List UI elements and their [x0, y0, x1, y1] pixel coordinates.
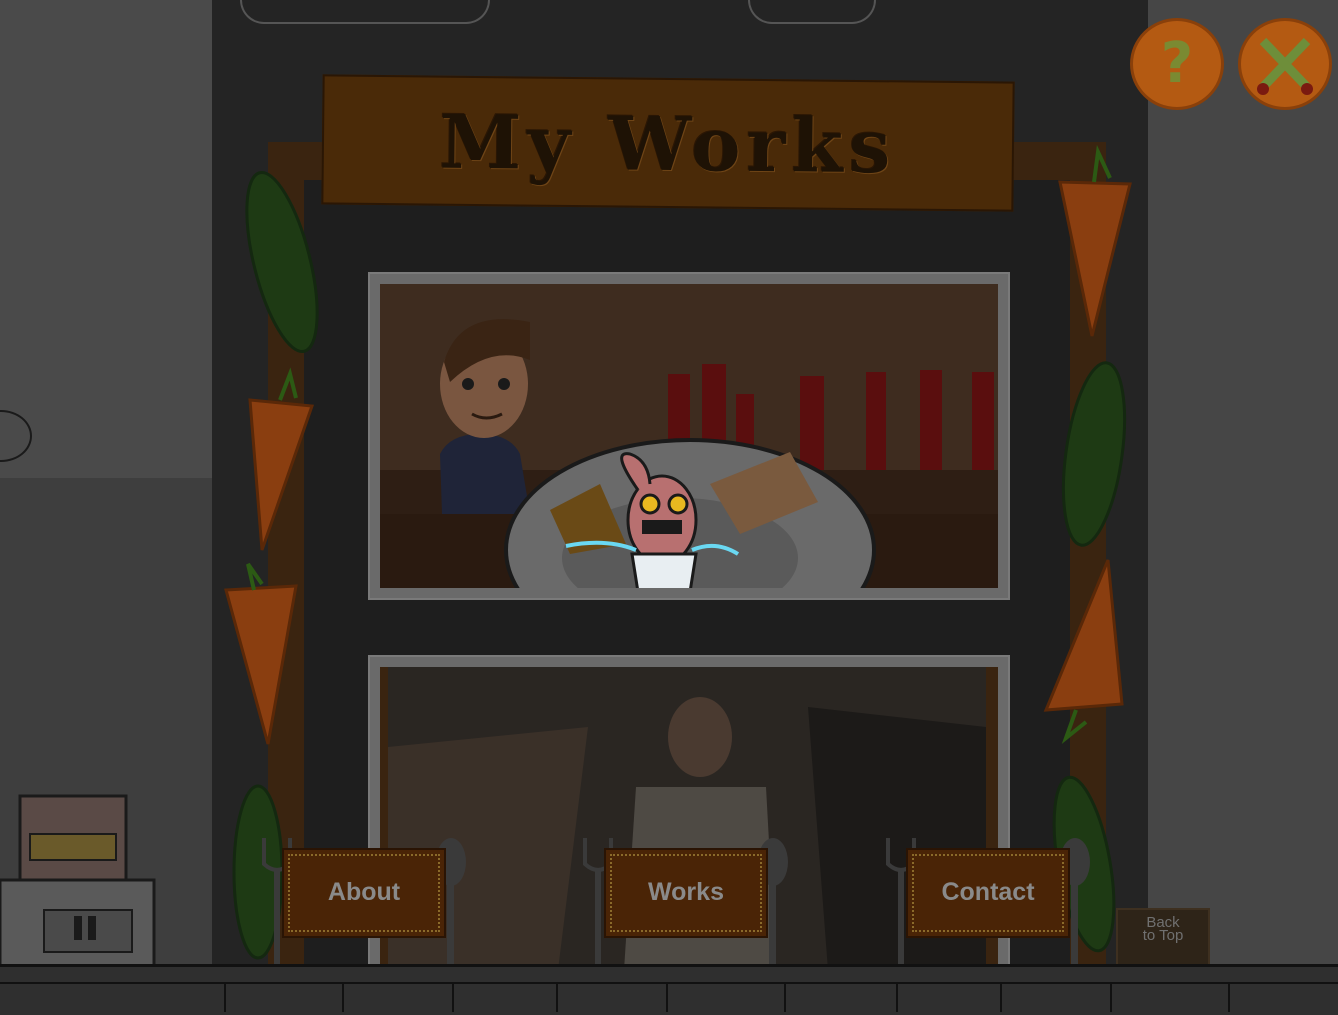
nav-about-label: About — [327, 878, 401, 906]
floor-tile-divider — [666, 984, 668, 1012]
back-to-top-label: Back to Top — [1118, 915, 1208, 944]
floor-tile-divider — [556, 984, 558, 1012]
nav-contact-label: Contact — [941, 878, 1035, 906]
restaurant-illustration — [380, 319, 998, 588]
floor-tile-divider — [1000, 984, 1002, 1012]
crossed-swords-icon — [1257, 37, 1313, 95]
page-title: My Works — [439, 99, 897, 191]
question-mark-icon: ? — [1160, 31, 1194, 96]
carrot-right-2 — [1043, 559, 1124, 744]
cassette-machine — [0, 794, 156, 968]
work-card-restaurant[interactable] — [368, 272, 1010, 600]
nav-about-button[interactable]: About — [282, 848, 446, 938]
nav-contact-button[interactable]: Contact — [906, 848, 1070, 938]
floor-tile-divider — [452, 984, 454, 1012]
help-button[interactable]: ? — [1130, 18, 1224, 110]
close-button[interactable] — [1238, 18, 1332, 110]
work-thumbnail-restaurant[interactable] — [380, 284, 998, 588]
back-to-top-line2: to Top — [1142, 927, 1184, 944]
floor-line — [0, 982, 1338, 984]
carrot-right-1 — [1058, 144, 1132, 337]
floor-tile-divider — [1228, 984, 1230, 1012]
back-to-top-button[interactable]: Back to Top — [1116, 908, 1210, 970]
nav-works-button[interactable]: Works — [604, 848, 768, 938]
floor-tile-divider — [224, 984, 226, 1012]
carrot-left-2 — [224, 562, 298, 745]
cucumber-right — [1061, 361, 1127, 547]
floor-tile-divider — [784, 984, 786, 1012]
floor — [0, 964, 1338, 1015]
floor-tile-divider — [1110, 984, 1112, 1012]
floor-tile-divider — [342, 984, 344, 1012]
carrot-left-1 — [248, 367, 315, 551]
cucumber-left-top — [245, 170, 319, 354]
nav-works-label: Works — [648, 878, 724, 906]
title-sign: My Works — [321, 74, 1015, 212]
floor-tile-divider — [896, 984, 898, 1012]
